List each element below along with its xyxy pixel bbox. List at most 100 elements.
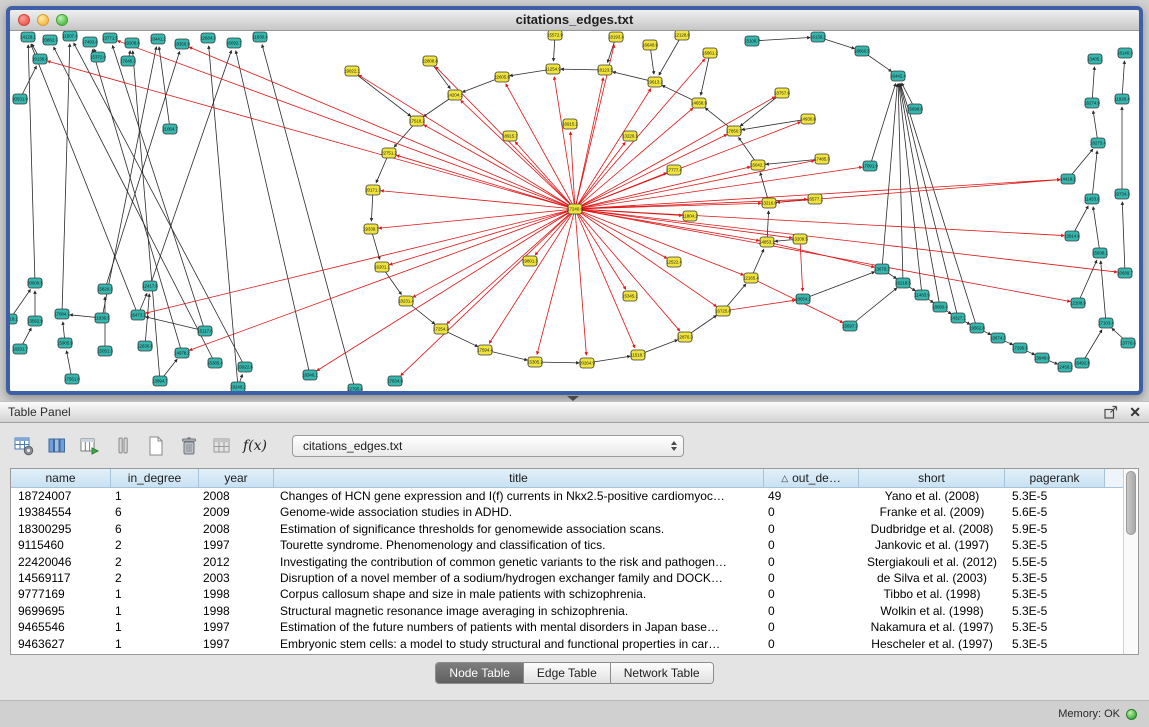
- graph-node[interactable]: 19208.6: [124, 38, 140, 48]
- graph-node[interactable]: 15345.1: [622, 291, 638, 301]
- graph-node[interactable]: 14930.8: [800, 114, 816, 124]
- graph-node[interactable]: 11483.9: [914, 290, 930, 300]
- graph-node[interactable]: 13209.5: [792, 234, 808, 244]
- graph-node[interactable]: 15697.3: [842, 321, 858, 331]
- table-row[interactable]: 946554611997Estimation of the future num…: [11, 619, 1123, 635]
- graph-node[interactable]: 17777.4: [666, 165, 682, 175]
- graph-node[interactable]: 13894.7: [152, 376, 168, 386]
- graph-edge[interactable]: [742, 119, 808, 130]
- graph-edge[interactable]: [882, 84, 897, 269]
- graph-node[interactable]: 19240.2: [230, 382, 246, 391]
- graph-edge[interactable]: [145, 294, 149, 346]
- graph-node[interactable]: 18050.4: [932, 302, 948, 312]
- graph-edge[interactable]: [701, 53, 710, 95]
- graph-node[interactable]: 18054.2: [795, 294, 811, 304]
- graph-edge[interactable]: [575, 97, 775, 209]
- graph-edge[interactable]: [359, 75, 575, 209]
- graph-node[interactable]: 13220.1: [622, 131, 638, 141]
- graph-node[interactable]: 14204.1: [447, 90, 463, 100]
- table-row[interactable]: 969969511998Structural magnetic resonanc…: [11, 603, 1123, 619]
- graph-node[interactable]: 17850.3: [726, 126, 742, 136]
- graph-node[interactable]: 12795.4: [347, 384, 363, 391]
- graph-node[interactable]: 15117.6: [197, 326, 213, 336]
- graph-edge[interactable]: [575, 108, 693, 209]
- graph-node[interactable]: 14978.2: [174, 348, 190, 358]
- graph-node[interactable]: 11507.4: [62, 31, 78, 41]
- graph-edge[interactable]: [575, 209, 667, 258]
- graph-node[interactable]: 16385.4: [207, 358, 223, 368]
- graph-edge[interactable]: [767, 242, 874, 267]
- graph-edge[interactable]: [447, 209, 575, 324]
- table-mode-button[interactable]: [12, 434, 36, 458]
- row-selector-button[interactable]: [111, 434, 135, 458]
- graph-node[interactable]: 17240.6: [567, 204, 583, 214]
- graph-node[interactable]: 17634.9: [387, 376, 403, 386]
- graph-node[interactable]: 19022.1: [344, 66, 360, 76]
- graph-node[interactable]: 20264.9: [579, 358, 595, 368]
- graph-node[interactable]: 12522.4: [666, 257, 682, 267]
- graph-node[interactable]: 21064.7: [162, 124, 178, 134]
- graph-edge[interactable]: [800, 239, 803, 291]
- graph-edge[interactable]: [850, 288, 897, 326]
- graph-node[interactable]: 16640.9: [642, 40, 658, 50]
- graph-edge[interactable]: [62, 44, 70, 314]
- graph-edge[interactable]: [352, 71, 411, 116]
- graph-node[interactable]: 13679.2: [874, 264, 890, 274]
- graph-node[interactable]: 14327.1: [950, 313, 966, 323]
- graph-node[interactable]: 22605.8: [494, 72, 510, 82]
- graph-node[interactable]: 15829.3: [97, 284, 113, 294]
- graph-node[interactable]: 14419.2: [1060, 174, 1076, 184]
- zoom-button[interactable]: [56, 14, 68, 26]
- table-row[interactable]: 1830029562008Estimation of significance …: [11, 521, 1123, 537]
- graph-node[interactable]: 18291.7: [12, 344, 28, 354]
- graph-node[interactable]: 19318.2: [10, 314, 18, 324]
- graph-node[interactable]: 19613.2: [647, 77, 663, 87]
- graph-node[interactable]: 17493.0: [82, 37, 98, 47]
- table-row[interactable]: 1456911722003Disruption of a novel membe…: [11, 570, 1123, 586]
- function-builder-button[interactable]: f(x): [243, 434, 267, 458]
- graph-edge[interactable]: [189, 47, 575, 209]
- graph-edge[interactable]: [1078, 260, 1097, 303]
- graph-node[interactable]: 14658.9: [691, 98, 707, 108]
- graph-edge[interactable]: [390, 209, 575, 265]
- graph-edge[interactable]: [102, 47, 156, 318]
- graph-node[interactable]: 13770.6: [1120, 338, 1136, 348]
- import-table-button[interactable]: [210, 434, 234, 458]
- graph-edge[interactable]: [489, 209, 575, 343]
- column-header-short[interactable]: short: [859, 469, 1005, 488]
- graph-node[interactable]: 17254.2: [433, 324, 449, 334]
- graph-node[interactable]: 17091.9: [862, 161, 878, 171]
- graph-node[interactable]: 16915.2: [562, 119, 578, 129]
- column-header-pagerank[interactable]: pagerank: [1005, 469, 1105, 488]
- tab-node-table[interactable]: Node Table: [436, 663, 524, 683]
- graph-node[interactable]: 17561.0: [64, 374, 80, 384]
- graph-node[interactable]: 18915.7: [502, 131, 518, 141]
- show-columns-button[interactable]: [45, 434, 69, 458]
- graph-node[interactable]: 17084.1: [54, 309, 70, 319]
- graph-node[interactable]: 11804.2: [682, 211, 698, 221]
- graph-node[interactable]: 18123.5: [597, 65, 613, 75]
- graph-edge[interactable]: [575, 78, 603, 209]
- graph-node[interactable]: 15905.9: [57, 338, 73, 348]
- graph-node[interactable]: 16218.5: [895, 278, 911, 288]
- graph-edge[interactable]: [506, 84, 575, 209]
- graph-edge[interactable]: [1092, 67, 1094, 103]
- graph-edge[interactable]: [48, 61, 575, 209]
- graph-node[interactable]: 14853.2: [759, 237, 775, 247]
- graph-node[interactable]: 11518.7: [630, 350, 646, 360]
- graph-edge[interactable]: [1093, 207, 1100, 253]
- graph-node[interactable]: 18273.4: [1090, 138, 1106, 148]
- new-table-button[interactable]: [144, 434, 168, 458]
- graph-node[interactable]: 12450.2: [1057, 362, 1073, 372]
- graph-edge[interactable]: [31, 44, 138, 315]
- minimize-button[interactable]: [37, 14, 49, 26]
- graph-edge[interactable]: [209, 46, 238, 387]
- graph-node[interactable]: 16698.0: [907, 104, 923, 114]
- graph-edge[interactable]: [146, 209, 575, 313]
- table-select-dropdown[interactable]: citations_edges.txt: [292, 435, 684, 457]
- float-panel-icon[interactable]: [1103, 404, 1119, 420]
- graph-node[interactable]: 15938.1: [1092, 248, 1108, 258]
- graph-node[interactable]: 16092.7: [226, 38, 242, 48]
- graph-node[interactable]: 16961.2: [702, 48, 718, 58]
- graph-node[interactable]: 16042.7: [750, 160, 766, 170]
